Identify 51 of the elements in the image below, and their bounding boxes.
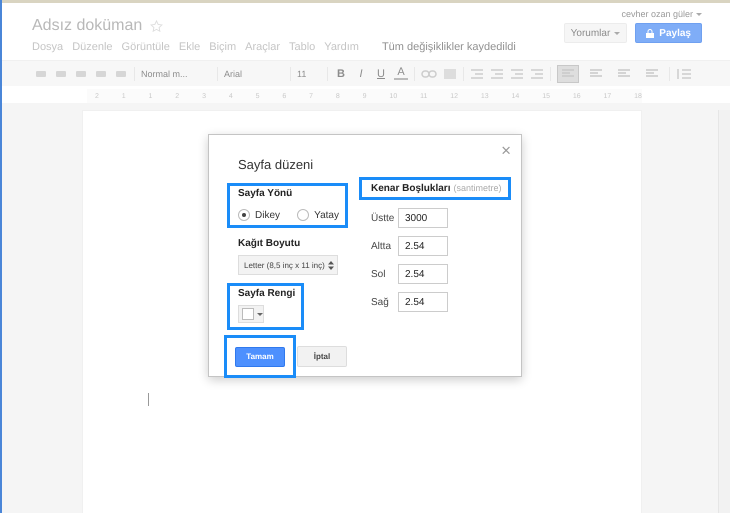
input-field[interactable]: 2.54 (398, 264, 448, 284)
field-label: Sol (371, 268, 386, 280)
format-button[interactable]: A (394, 67, 408, 80)
font-size-select[interactable]: 11 (297, 68, 321, 78)
section-label: Sayfa Rengi (238, 288, 296, 299)
image-icon[interactable] (443, 68, 457, 80)
format-button[interactable]: I (354, 68, 368, 80)
comments-button[interactable]: Yorumlar (564, 23, 628, 43)
share-button[interactable]: Paylaş (635, 23, 702, 43)
menu-item[interactable]: Ekle (178, 41, 200, 53)
input-field[interactable]: 2.54 (398, 236, 448, 256)
up-down-arrows-icon (328, 260, 334, 270)
lock-icon (646, 28, 654, 38)
ok-button[interactable]: Tamam (235, 346, 285, 366)
format-button[interactable]: U (374, 68, 388, 80)
font-select[interactable]: Arial (224, 68, 284, 78)
menu-item[interactable]: Biçim (209, 41, 236, 53)
text-cursor (148, 393, 149, 406)
field-label: Altta (371, 240, 392, 252)
caret-icon[interactable] (696, 12, 702, 16)
line-spacing-icon[interactable] (676, 68, 692, 80)
star-icon[interactable] (150, 20, 164, 32)
menu-item[interactable]: Yardım (324, 41, 359, 53)
radio-option[interactable]: Yatay (297, 209, 339, 221)
menu-item[interactable]: Araçlar (245, 41, 280, 53)
dialog-title: Sayfa düzeni (238, 157, 314, 172)
align-left-icon[interactable] (557, 64, 579, 82)
menu-item[interactable]: Görüntüle (122, 41, 170, 53)
caret-icon (614, 32, 620, 34)
format-button[interactable]: B (334, 68, 348, 80)
style-select[interactable]: Normal m... (141, 68, 211, 78)
color-picker-button[interactable] (238, 305, 264, 323)
field-label: Üstte (371, 212, 396, 224)
menu-item[interactable]: Tablo (289, 41, 316, 53)
user-name[interactable]: cevher ozan güler (621, 9, 702, 19)
paper-size-select[interactable]: Letter (8,5 inç x 11 inç) (238, 255, 338, 275)
section-label: Kağıt Boyutu (238, 238, 302, 249)
field-label: Sağ (371, 296, 390, 308)
close-button[interactable]: × (501, 142, 511, 159)
unit-label: (santimetre) (453, 183, 502, 193)
menu-item[interactable]: Dosya (32, 41, 64, 53)
input-field[interactable]: 2.54 (398, 292, 448, 312)
section-label: Kenar Boşlukları (371, 183, 450, 194)
save-status: Tüm değişiklikler kaydedildi (382, 41, 516, 53)
cancel-button[interactable]: İptal (297, 346, 347, 367)
radio-option[interactable]: Dikey (238, 209, 280, 221)
document-title[interactable]: Adsız doküman (32, 17, 142, 35)
input-field[interactable]: 3000 (398, 208, 448, 228)
section-label: Sayfa Yönü (238, 188, 294, 199)
link-icon[interactable] (421, 68, 437, 78)
menu-item[interactable]: Düzenle (72, 41, 113, 53)
